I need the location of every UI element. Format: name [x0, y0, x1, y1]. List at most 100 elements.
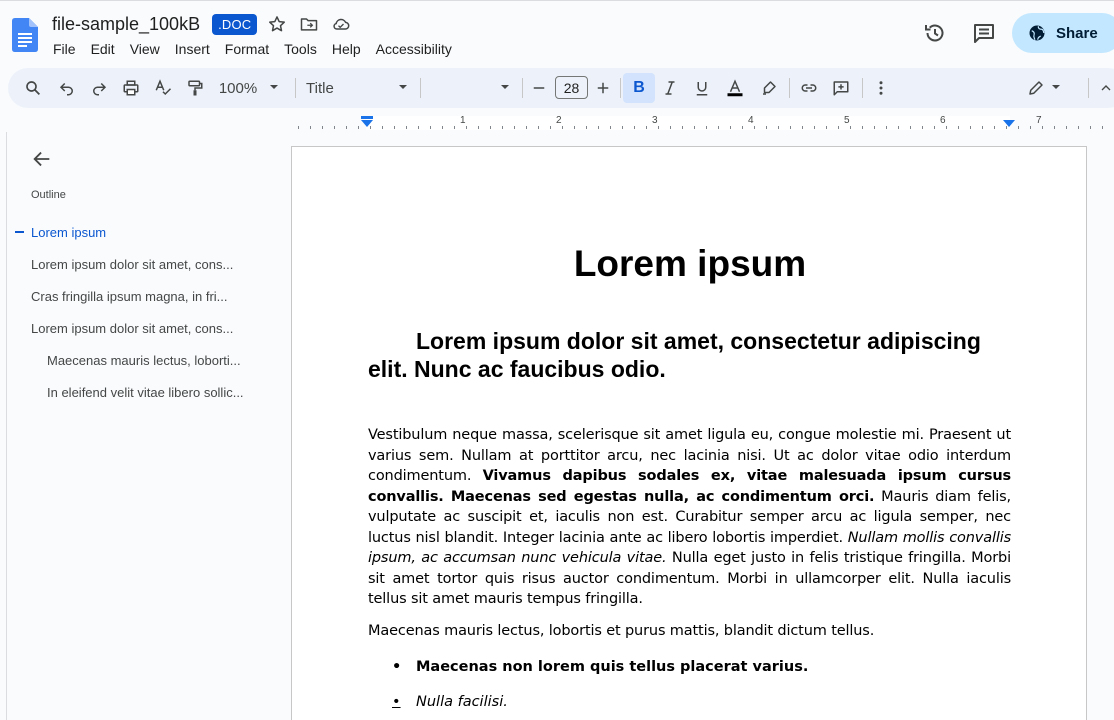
ruler-tick — [766, 126, 767, 129]
redo-icon[interactable] — [88, 74, 110, 102]
ruler-tick — [346, 126, 347, 129]
paint-format-icon[interactable] — [184, 74, 206, 102]
menu-insert[interactable]: Insert — [175, 41, 210, 57]
bullet-text: Nulla facilisi. — [416, 694, 508, 710]
decrease-font-size-icon[interactable] — [528, 74, 550, 102]
outline-item[interactable]: Lorem ipsum dolor sit amet, cons... — [31, 321, 271, 336]
document-outline-panel: Outline Lorem ipsum Lorem ipsum dolor si… — [8, 132, 278, 720]
chevron-down-icon — [398, 79, 408, 97]
undo-icon[interactable] — [56, 74, 78, 102]
ruler-tick — [958, 126, 959, 129]
back-arrow-icon[interactable] — [31, 148, 53, 170]
font-family-select[interactable] — [428, 74, 510, 102]
left-indent-handle[interactable] — [361, 120, 373, 127]
ruler-tick — [754, 126, 755, 129]
toolbar-divider — [420, 78, 421, 98]
ruler-tick — [970, 126, 971, 129]
paragraph-style-value: Title — [306, 79, 334, 97]
increase-font-size-icon[interactable] — [592, 74, 614, 102]
menu-edit[interactable]: Edit — [91, 41, 115, 57]
ruler-tick — [466, 126, 467, 129]
add-comment-icon[interactable] — [830, 74, 852, 102]
bullet-marker: • — [392, 659, 402, 675]
toolbar-divider — [862, 78, 863, 98]
ruler-tick — [634, 126, 635, 129]
ruler-tick — [838, 126, 839, 129]
star-icon[interactable] — [265, 12, 289, 36]
document-title[interactable]: file-sample_100kB — [52, 14, 200, 35]
spellcheck-icon[interactable] — [152, 74, 174, 102]
chevron-down-icon — [269, 79, 279, 97]
toolbar-divider — [620, 78, 621, 98]
ruler-tick — [850, 126, 851, 129]
outline-item[interactable]: Lorem ipsum dolor sit amet, cons... — [31, 257, 271, 272]
menu-help[interactable]: Help — [332, 41, 361, 57]
ruler-tick — [1078, 126, 1079, 129]
globe-icon — [1029, 25, 1045, 41]
paragraph-style-select[interactable]: Title — [306, 74, 408, 102]
zoom-select[interactable]: 100% — [216, 74, 282, 102]
bold-button[interactable]: B — [623, 73, 655, 103]
ruler-number: 5 — [844, 115, 850, 126]
bullet-item: • Nulla facilisi. — [392, 694, 508, 710]
editing-mode-select[interactable] — [1024, 74, 1064, 102]
highlight-icon[interactable] — [758, 74, 780, 102]
ruler-tick — [826, 126, 827, 129]
first-line-indent-handle[interactable] — [361, 116, 373, 119]
ruler-tick — [502, 126, 503, 129]
app-header: file-sample_100kB .DOC File Edit View In… — [0, 0, 1114, 66]
ruler-number: 3 — [652, 115, 658, 126]
file-type-badge: .DOC — [212, 13, 258, 35]
ruler-tick — [382, 126, 383, 129]
ruler-tick — [358, 126, 359, 129]
vertical-ruler[interactable] — [0, 132, 7, 720]
ruler-tick — [802, 126, 803, 129]
menu-file[interactable]: File — [53, 41, 76, 57]
version-history-icon[interactable] — [921, 19, 949, 47]
share-label: Share — [1056, 24, 1098, 42]
ruler-tick — [322, 126, 323, 129]
underline-icon[interactable] — [691, 74, 713, 102]
active-item-indicator — [15, 231, 24, 233]
right-indent-handle[interactable] — [1003, 120, 1015, 127]
outline-item[interactable]: Lorem ipsum — [31, 225, 271, 240]
menu-accessibility[interactable]: Accessibility — [376, 41, 452, 57]
ruler-tick — [394, 126, 395, 129]
horizontal-ruler[interactable]: 1 2 3 4 5 6 7 — [0, 112, 1114, 132]
font-size-input[interactable]: 28 — [555, 76, 588, 99]
bullet-text: Maecenas non lorem quis tellus placerat … — [416, 659, 809, 675]
zoom-value: 100% — [218, 79, 258, 97]
ruler-tick — [778, 126, 779, 129]
document-page[interactable]: Lorem ipsum Lorem ipsum dolor sit amet, … — [291, 146, 1087, 720]
ruler-tick — [994, 126, 995, 129]
menu-bar: File Edit View Insert Format Tools Help … — [53, 39, 467, 59]
ruler-tick — [886, 126, 887, 129]
ruler-tick — [298, 126, 299, 129]
move-folder-icon[interactable] — [297, 12, 321, 36]
ruler-number: 1 — [460, 115, 466, 126]
toolbar-divider — [295, 78, 296, 98]
italic-icon[interactable] — [659, 74, 681, 102]
docs-logo-icon[interactable] — [12, 18, 38, 52]
ruler-number: 7 — [1036, 115, 1042, 126]
ruler-tick — [694, 126, 695, 129]
menu-format[interactable]: Format — [225, 41, 269, 57]
chevron-up-icon[interactable] — [1098, 74, 1114, 102]
share-button[interactable]: Share — [1012, 13, 1114, 53]
insert-link-icon[interactable] — [798, 74, 820, 102]
print-icon[interactable] — [120, 74, 142, 102]
more-options-icon[interactable] — [870, 74, 892, 102]
search-menus-icon[interactable] — [22, 74, 44, 102]
ruler-tick — [718, 126, 719, 129]
text-color-icon[interactable] — [724, 74, 746, 102]
outline-item[interactable]: In eleifend velit vitae libero sollic... — [47, 385, 271, 400]
cloud-status-icon[interactable] — [329, 12, 353, 36]
menu-tools[interactable]: Tools — [284, 41, 317, 57]
menu-view[interactable]: View — [130, 41, 160, 57]
toolbar-divider — [1088, 78, 1089, 98]
ruler-tick — [574, 126, 575, 129]
ruler-tick — [490, 126, 491, 129]
outline-item[interactable]: Maecenas mauris lectus, loborti... — [47, 353, 271, 368]
comments-icon[interactable] — [970, 19, 998, 47]
outline-item[interactable]: Cras fringilla ipsum magna, in fri... — [31, 289, 271, 304]
